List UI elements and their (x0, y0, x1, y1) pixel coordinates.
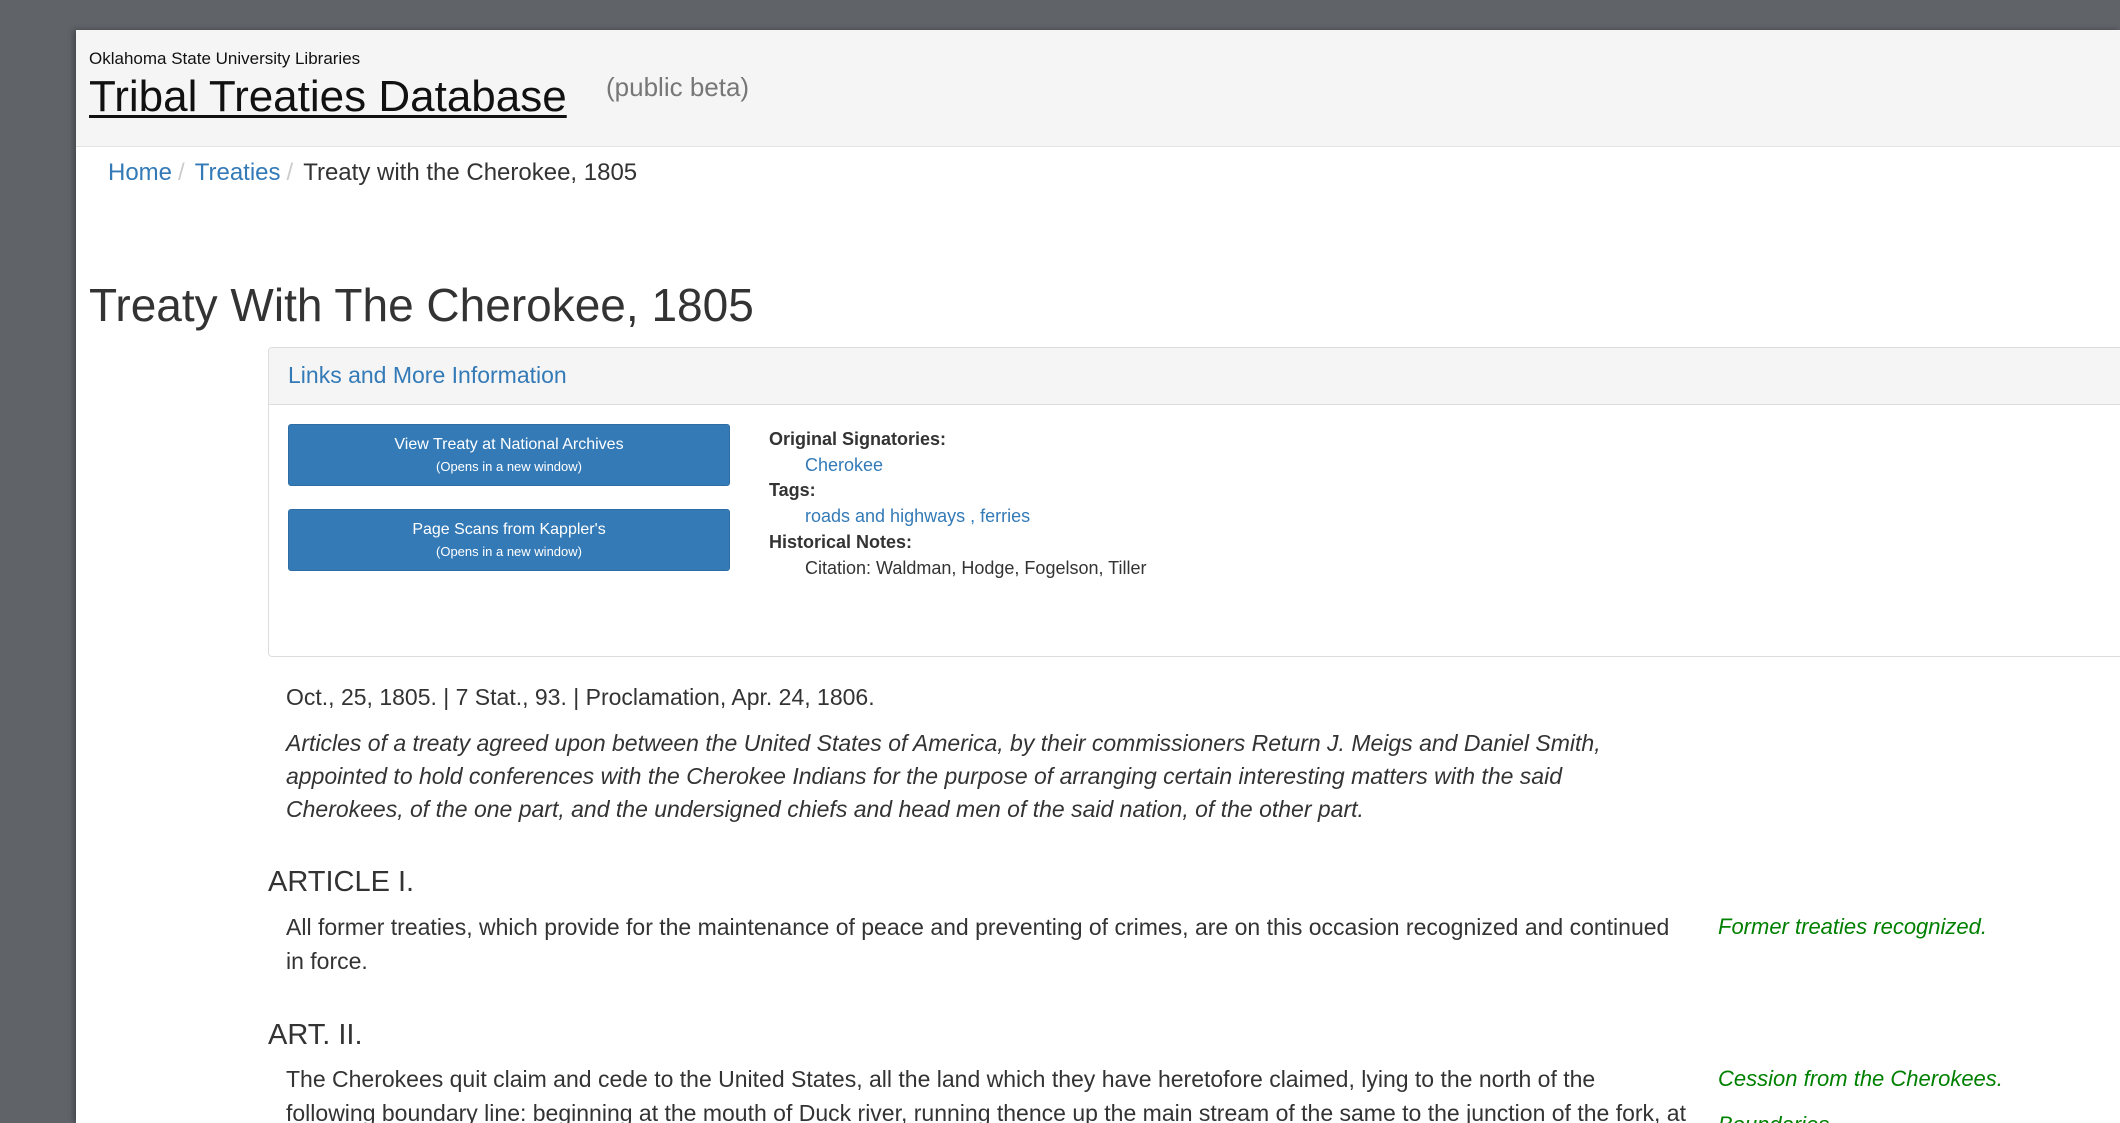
historical-notes-label: Historical Notes: (769, 531, 913, 552)
margin-note: Cession from the Cherokees. (1718, 1066, 2003, 1091)
article-2-text: The Cherokees quit claim and cede to the… (286, 1066, 1686, 1123)
breadcrumb-separator: / (286, 159, 294, 186)
tag-separator: , (965, 506, 981, 527)
article-1-heading: ARTICLE I. (268, 866, 415, 898)
signatory-link-cherokee[interactable]: Cherokee (805, 455, 883, 475)
article-2-heading: ART. II. (268, 1019, 363, 1051)
article-1-text: All former treaties, which provide for t… (286, 914, 1670, 974)
org-name: Oklahoma State University Libraries (89, 49, 361, 68)
links-info-toggle[interactable]: Links and More Information (288, 362, 567, 389)
tags-label: Tags: (769, 480, 816, 501)
site-header: Oklahoma State University Libraries Trib… (76, 30, 2120, 147)
site-title-link[interactable]: Tribal Treaties Database (89, 72, 567, 123)
tag-link-ferries[interactable]: ferries (980, 506, 1030, 526)
panel-heading: Links and More Information (269, 348, 2120, 405)
breadcrumb-current: Treaty with the Cherokee, 1805 (303, 159, 638, 186)
beta-label: (public beta) (606, 72, 750, 102)
signatories-label: Original Signatories: (769, 429, 947, 449)
treaty-metadata: Original Signatories: Cherokee Tags: roa… (769, 427, 1147, 581)
breadcrumb-separator: / (178, 159, 185, 186)
button-label: View Treaty at National Archives (394, 436, 624, 453)
button-sublabel: (Opens in a new window) (436, 544, 582, 559)
button-label: Page Scans from Kappler's (412, 521, 606, 538)
page: Oklahoma State University Libraries Trib… (76, 30, 2120, 1123)
margin-note: Former treaties recognized. (1718, 914, 1987, 939)
button-sublabel: (Opens in a new window) (436, 459, 582, 474)
links-info-panel: Links and More Information View Treaty a… (268, 347, 2120, 657)
page-title: Treaty With The Cherokee, 1805 (89, 279, 754, 331)
treaty-preamble: Articles of a treaty agreed upon between… (286, 730, 1601, 822)
margin-note: Boundaries. (1718, 1112, 1835, 1123)
breadcrumb-treaties-link[interactable]: Treaties (195, 159, 281, 187)
kappler-scans-button[interactable]: Page Scans from Kappler's (Opens in a ne… (288, 509, 730, 571)
breadcrumb-home-link[interactable]: Home (108, 159, 172, 187)
tag-link-roads[interactable]: roads and highways (805, 506, 965, 526)
breadcrumb: Home / Treaties / Treaty with the Cherok… (108, 159, 637, 187)
national-archives-button[interactable]: View Treaty at National Archives (Opens … (288, 424, 730, 486)
historical-notes-value: Citation: Waldman, Hodge, Fogelson, Till… (805, 557, 1147, 578)
treaty-date-line: Oct., 25, 1805. | 7 Stat., 93. | Proclam… (286, 684, 875, 710)
